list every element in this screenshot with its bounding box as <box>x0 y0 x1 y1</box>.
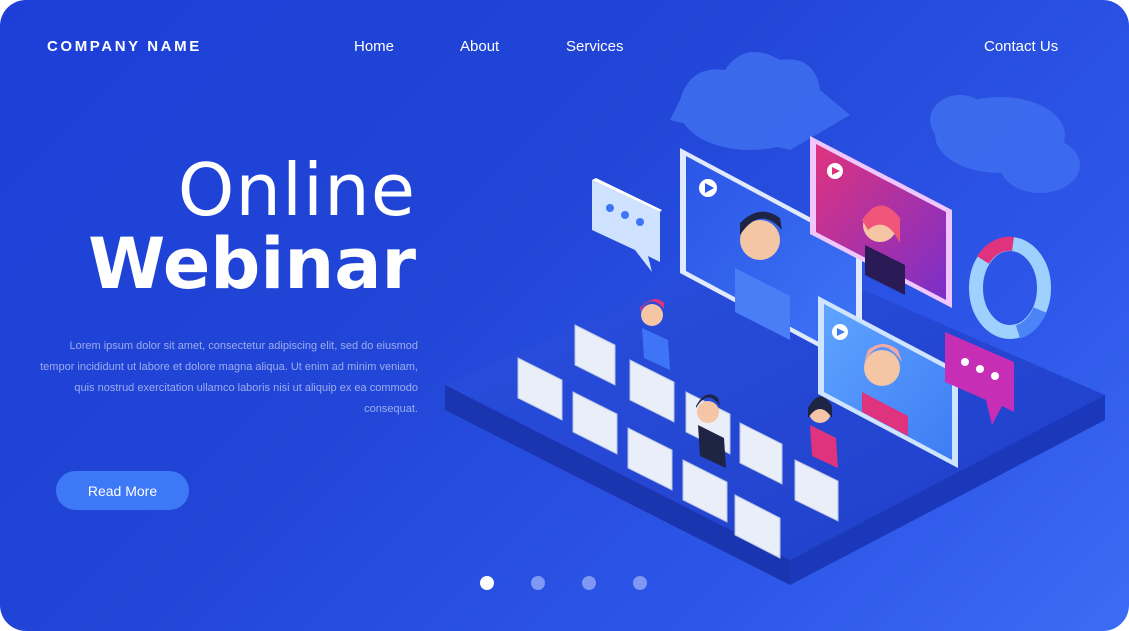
read-more-button[interactable]: Read More <box>56 471 189 510</box>
webinar-illustration <box>445 52 1105 585</box>
donut-chart-icon <box>969 236 1051 339</box>
hero-description: Lorem ipsum dolor sit amet, consectetur … <box>40 340 418 415</box>
chat-bubble-icon <box>592 178 662 272</box>
nav-home[interactable]: Home <box>354 38 394 55</box>
cloud-icon <box>930 95 1080 193</box>
hero-title-line2: Webinar <box>88 223 416 305</box>
company-logo-text[interactable]: COMPANY NAME <box>47 38 202 55</box>
hero-title-line1: Online <box>177 148 416 232</box>
landing-page: COMPANY NAME Home About Services Contact… <box>0 0 1129 631</box>
cloud-icon <box>670 52 850 150</box>
